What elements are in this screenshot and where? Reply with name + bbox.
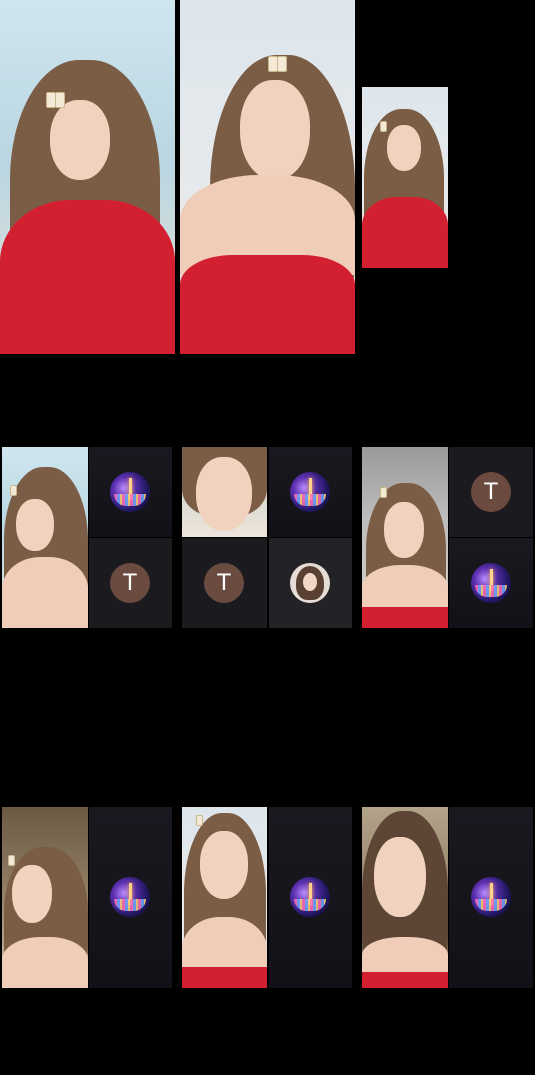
red-dress (182, 967, 267, 988)
host-video-feed-2[interactable] (180, 0, 355, 354)
hair-clip-icon (8, 855, 15, 866)
letter-avatar-icon: T (204, 563, 244, 603)
guest-slot-tile[interactable] (269, 538, 352, 628)
city-night-avatar-icon (110, 877, 150, 917)
face (240, 80, 310, 180)
guest-slot-tile[interactable]: T (449, 447, 533, 537)
face (16, 499, 54, 551)
profile-photo-avatar-icon (290, 563, 330, 603)
neck-shoulders (2, 557, 88, 628)
face (387, 125, 421, 171)
guest-slot-tile[interactable] (449, 538, 533, 628)
guest-slot-tile[interactable] (449, 807, 533, 988)
hair-clip-icon (196, 815, 203, 826)
city-night-avatar-icon (471, 563, 511, 603)
guest-slot-tile[interactable] (89, 447, 172, 537)
letter-avatar-icon: T (110, 563, 150, 603)
guest-slot-tile[interactable] (269, 447, 352, 537)
guest-video-feed-5[interactable] (182, 807, 267, 988)
city-night-avatar-icon (471, 877, 511, 917)
guest-slot-tile[interactable] (269, 807, 352, 988)
city-night-avatar-icon (290, 472, 330, 512)
face (384, 502, 424, 558)
red-dress (362, 972, 448, 988)
face (196, 457, 252, 531)
neck-shoulders (2, 937, 88, 988)
host-video-feed-1[interactable] (0, 0, 175, 354)
guest-video-feed-4[interactable] (2, 807, 88, 988)
neck-shoulders (362, 937, 448, 977)
hair-clip-icon (380, 487, 387, 498)
face (12, 865, 52, 923)
letter-avatar-icon: T (471, 472, 511, 512)
face (374, 837, 426, 917)
city-night-avatar-icon (290, 877, 330, 917)
red-dress (362, 197, 448, 268)
guest-video-feed-3[interactable] (362, 447, 448, 628)
hair-clip-icon (380, 121, 387, 132)
guest-video-feed-2[interactable] (182, 447, 267, 537)
hair-clip-icon (10, 485, 17, 496)
guest-video-feed-6[interactable] (362, 807, 448, 988)
face (50, 100, 110, 180)
red-dress (0, 200, 175, 354)
red-dress (180, 255, 355, 354)
city-night-avatar-icon (110, 472, 150, 512)
guest-slot-tile[interactable]: T (182, 538, 267, 628)
guest-slot-tile[interactable] (89, 807, 172, 988)
face (200, 831, 248, 899)
guest-slot-tile[interactable]: T (89, 538, 172, 628)
guest-video-feed-1[interactable] (2, 447, 88, 628)
hair-clip-icon (55, 92, 65, 108)
host-video-feed-3-small[interactable] (362, 87, 448, 268)
red-dress (362, 607, 448, 628)
hair-clip-icon (277, 56, 287, 72)
